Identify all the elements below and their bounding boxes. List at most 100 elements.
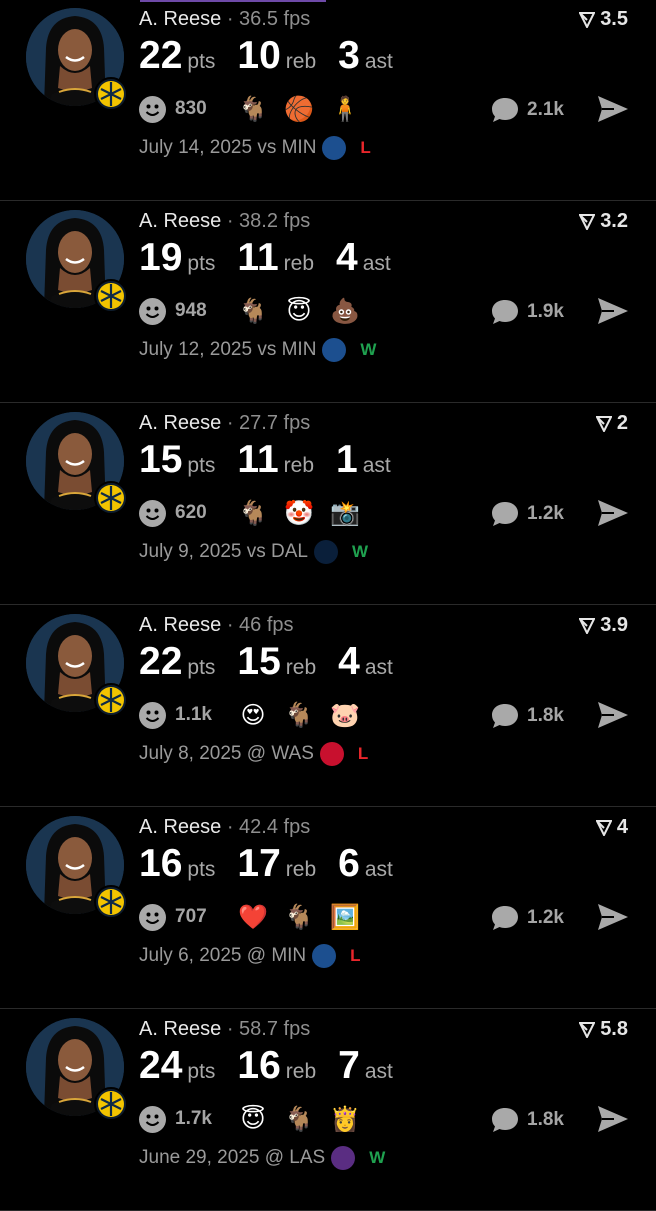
comment-bubble-icon — [492, 1108, 518, 1132]
reaction-count: 830 — [175, 98, 207, 119]
comments-button[interactable]: 2.1k — [490, 96, 564, 124]
game-venue[interactable]: vs MIN — [257, 137, 316, 159]
assists-label: ast — [364, 1060, 393, 1083]
react-smiley-icon[interactable] — [139, 1105, 166, 1133]
game-result: W — [360, 340, 377, 359]
points-label: pts — [187, 858, 216, 881]
points-value: 19 — [139, 236, 183, 279]
rebounds-value: 11 — [237, 438, 279, 481]
send-icon — [598, 298, 628, 324]
fantasy-points: 42.4 fps — [239, 816, 311, 838]
separator-dot: · — [221, 816, 240, 838]
pig-emoji[interactable]: 🐷 — [329, 699, 361, 731]
comments-button[interactable]: 1.9k — [490, 298, 564, 326]
player-name[interactable]: A. Reese — [139, 8, 221, 30]
player-header: A. Reese · 46 fps — [139, 614, 294, 637]
fire-figure-emoji[interactable]: 🧍 — [329, 93, 361, 125]
assists-label: ast — [364, 858, 393, 881]
photo-emoji[interactable]: 🖼️ — [329, 901, 361, 933]
game-card-2[interactable]: A. Reese · 38.2 fps 3.2 19 pts 11 reb 4 ast… — [0, 202, 656, 403]
game-result: W — [352, 542, 369, 561]
game-venue[interactable]: @ WAS — [247, 743, 314, 765]
player-name[interactable]: A. Reese — [139, 412, 221, 434]
rating: 3.2 — [579, 210, 628, 233]
clown-emoji[interactable]: 🤡 — [283, 497, 315, 529]
angel-emoji[interactable]: 😇 — [237, 1103, 269, 1135]
player-name[interactable]: A. Reese — [139, 614, 221, 636]
comments-button[interactable]: 1.8k — [490, 702, 564, 730]
rating-value: 3.9 — [600, 614, 628, 636]
game-venue[interactable]: vs MIN — [257, 339, 316, 361]
comments-button[interactable]: 1.8k — [490, 1106, 564, 1134]
comments-button[interactable]: 1.2k — [490, 904, 564, 932]
share-button[interactable] — [596, 902, 630, 937]
queen-emoji[interactable]: 👸 — [329, 1103, 361, 1135]
game-info: July 8, 2025 @ WAS L — [139, 742, 368, 766]
reactions-bar: 1.1k 😍 🐐 🐷 — [139, 699, 361, 731]
react-smiley-icon[interactable] — [139, 95, 166, 123]
points-value: 15 — [139, 438, 183, 481]
goat-emoji[interactable]: 🐐 — [283, 699, 315, 731]
react-smiley-icon[interactable] — [139, 297, 166, 325]
share-button[interactable] — [596, 296, 630, 331]
camera-flash-emoji[interactable]: 📸 — [329, 497, 361, 529]
send-icon — [598, 96, 628, 122]
comment-bubble-icon — [492, 502, 518, 526]
assists-label: ast — [364, 656, 393, 679]
rating-icon — [595, 819, 612, 836]
react-smiley-icon[interactable] — [139, 903, 166, 931]
separator-dot: · — [221, 8, 240, 30]
rating: 3.5 — [579, 8, 628, 31]
game-info: July 14, 2025 vs MIN L — [139, 136, 371, 160]
rating: 4 — [595, 816, 628, 839]
share-button[interactable] — [596, 498, 630, 533]
heart-eyes-emoji[interactable]: 😍 — [237, 699, 269, 731]
poop-emoji[interactable]: 💩 — [329, 295, 361, 327]
team-badge-icon — [94, 885, 128, 919]
game-date: July 14, 2025 — [139, 137, 253, 158]
stat-line: 19 pts 11 reb 4 ast — [139, 236, 413, 280]
rebounds-label: reb — [285, 1060, 317, 1083]
game-info: July 6, 2025 @ MIN L — [139, 944, 361, 968]
share-button[interactable] — [596, 700, 630, 735]
dal-logo-icon — [314, 540, 338, 564]
game-card-6[interactable]: A. Reese · 58.7 fps 5.8 24 pts 16 reb 7 ast… — [0, 1010, 656, 1211]
game-info: July 9, 2025 vs DAL W — [139, 540, 368, 564]
game-venue[interactable]: @ LAS — [265, 1147, 325, 1169]
player-name[interactable]: A. Reese — [139, 816, 221, 838]
game-card-3[interactable]: A. Reese · 27.7 fps 2 15 pts 11 reb 1 ast 6… — [0, 404, 656, 605]
stat-line: 16 pts 17 reb 6 ast — [139, 842, 415, 886]
goat-emoji[interactable]: 🐐 — [237, 295, 269, 327]
react-smiley-icon[interactable] — [139, 499, 166, 527]
angel-emoji[interactable]: 😇 — [283, 295, 315, 327]
comments-button[interactable]: 1.2k — [490, 500, 564, 528]
player-header: A. Reese · 42.4 fps — [139, 816, 310, 839]
game-venue[interactable]: @ MIN — [247, 945, 306, 967]
red-heart-emoji[interactable]: ❤️ — [237, 901, 269, 933]
game-card-5[interactable]: A. Reese · 42.4 fps 4 16 pts 17 reb 6 ast 7… — [0, 808, 656, 1009]
send-icon — [598, 500, 628, 526]
player-name[interactable]: A. Reese — [139, 1018, 221, 1040]
react-smiley-icon[interactable] — [139, 701, 166, 729]
player-header: A. Reese · 38.2 fps — [139, 210, 310, 233]
assists-value: 7 — [338, 1044, 360, 1087]
goat-emoji[interactable]: 🐐 — [237, 497, 269, 529]
share-button[interactable] — [596, 1104, 630, 1139]
game-card-4[interactable]: A. Reese · 46 fps 3.9 22 pts 15 reb 4 ast 1… — [0, 606, 656, 807]
goat-emoji[interactable]: 🐐 — [283, 1103, 315, 1135]
reaction-count: 1.7k — [175, 1108, 212, 1129]
assists-value: 4 — [336, 236, 358, 279]
points-label: pts — [187, 454, 216, 477]
share-button[interactable] — [596, 94, 630, 129]
fantasy-points: 46 fps — [239, 614, 294, 636]
player-name[interactable]: A. Reese — [139, 210, 221, 232]
goat-emoji[interactable]: 🐐 — [237, 93, 269, 125]
basketball-hoop-emoji[interactable]: 🏀 — [283, 93, 315, 125]
reactions-bar: 948 🐐 😇 💩 — [139, 295, 361, 327]
assists-value: 4 — [338, 640, 360, 683]
goat-emoji[interactable]: 🐐 — [283, 901, 315, 933]
rating-icon — [579, 213, 596, 230]
team-badge-icon — [94, 481, 128, 515]
game-card-1[interactable]: A. Reese · 36.5 fps 3.5 22 pts 10 reb 3 ast… — [0, 0, 656, 201]
game-venue[interactable]: vs DAL — [247, 541, 308, 563]
